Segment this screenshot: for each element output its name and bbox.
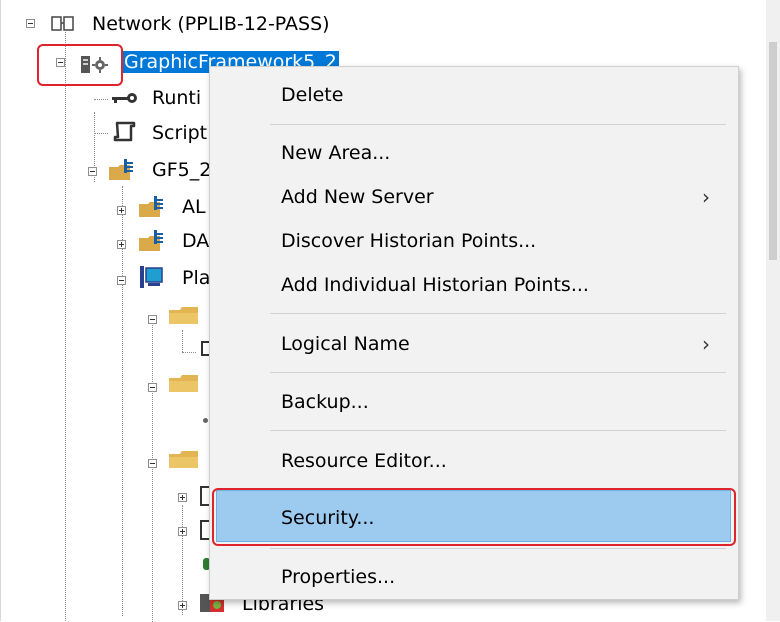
tree-line	[122, 186, 123, 616]
expand-toggle[interactable]	[178, 601, 187, 610]
collapse-toggle[interactable]	[148, 383, 157, 392]
expand-toggle[interactable]	[117, 206, 126, 215]
menu-item-add-new-server[interactable]: Add New Server	[281, 184, 434, 210]
folder-icon	[169, 451, 198, 468]
expand-toggle[interactable]	[117, 240, 126, 249]
tree-line	[65, 32, 66, 621]
menu-item-properties[interactable]: Properties...	[281, 564, 395, 590]
collapse-toggle[interactable]	[26, 19, 35, 28]
menu-item-resource-editor[interactable]: Resource Editor...	[281, 448, 447, 474]
tree-line	[182, 330, 183, 352]
tree-item-network[interactable]: Network (PPLIB-12-PASS)	[92, 12, 330, 36]
object-icon	[200, 486, 209, 506]
annotation-highlight	[212, 488, 736, 546]
tree-item-da[interactable]: DA	[182, 229, 209, 253]
panel-border	[0, 0, 1, 621]
vertical-scrollbar[interactable]	[766, 0, 780, 621]
menu-separator	[270, 124, 726, 125]
menu-item-delete[interactable]: Delete	[281, 82, 343, 108]
submenu-arrow-icon: ›	[702, 185, 710, 209]
collapse-toggle[interactable]	[148, 459, 157, 468]
platform-icon	[140, 266, 163, 288]
tree-item-runtime[interactable]: Runti	[152, 86, 201, 110]
area-folder-icon	[139, 230, 163, 251]
menu-item-new-area[interactable]: New Area...	[281, 140, 390, 166]
key-icon	[112, 93, 137, 103]
tree-item-gf5[interactable]: GF5_2	[152, 158, 211, 182]
tree-line	[94, 99, 108, 100]
tree-line	[182, 505, 183, 615]
menu-separator	[270, 372, 726, 373]
annotation-highlight	[37, 44, 123, 86]
collapse-toggle[interactable]	[117, 276, 126, 285]
menu-item-discover-historian-points[interactable]: Discover Historian Points...	[281, 228, 536, 254]
menu-item-backup[interactable]: Backup...	[281, 389, 369, 415]
tree-item-script[interactable]: Script	[152, 121, 207, 145]
folder-icon	[169, 307, 198, 324]
expand-toggle[interactable]	[178, 527, 187, 536]
script-icon	[113, 121, 136, 142]
tree-item-platform[interactable]: Pla	[182, 266, 210, 290]
tree-line	[152, 322, 153, 622]
area-folder-icon	[109, 159, 133, 180]
menu-separator	[270, 430, 726, 431]
object-icon	[203, 418, 208, 423]
object-icon	[200, 520, 209, 540]
folder-icon	[169, 375, 198, 392]
submenu-arrow-icon: ›	[702, 332, 710, 356]
menu-separator	[270, 548, 726, 549]
tree-line	[182, 352, 196, 353]
tree-line	[94, 133, 108, 134]
menu-separator	[270, 313, 726, 314]
collapse-toggle[interactable]	[148, 315, 157, 324]
menu-item-logical-name[interactable]: Logical Name	[281, 331, 410, 357]
network-icon	[51, 16, 74, 31]
tree-item-al[interactable]: AL	[182, 195, 206, 219]
scrollbar-thumb[interactable]	[769, 42, 777, 260]
menu-item-add-individual-historian-points[interactable]: Add Individual Historian Points...	[281, 272, 589, 298]
collapse-toggle[interactable]	[88, 167, 97, 176]
expand-toggle[interactable]	[178, 493, 187, 502]
area-folder-icon	[139, 196, 163, 217]
